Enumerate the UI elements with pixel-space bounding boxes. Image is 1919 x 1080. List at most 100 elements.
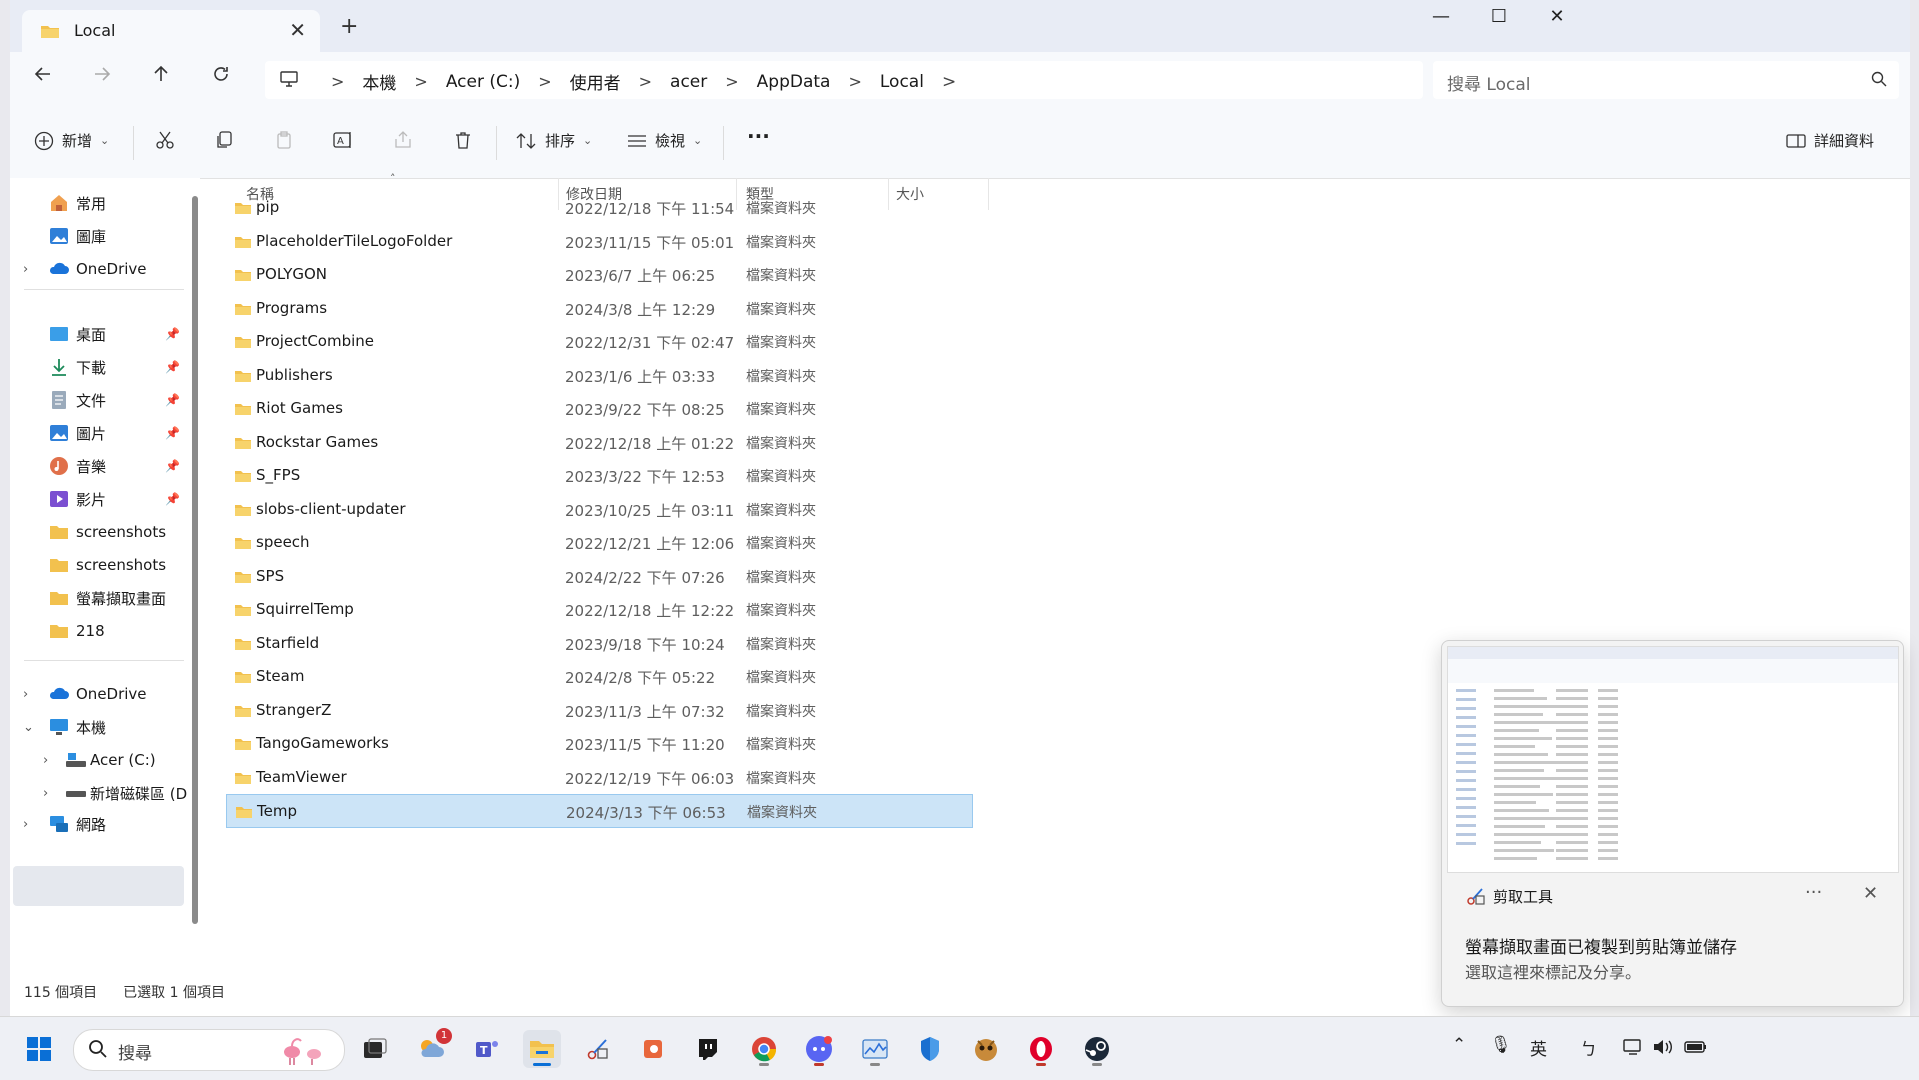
pin-icon[interactable]: 📌 <box>165 426 180 440</box>
resource-monitor-button[interactable] <box>856 1030 894 1068</box>
notification-more-button[interactable]: ··· <box>1805 882 1822 903</box>
thumbnail-line <box>1598 713 1618 716</box>
notification-close-button[interactable]: ✕ <box>1863 883 1878 904</box>
office-app-button[interactable] <box>634 1030 672 1068</box>
file-date: 2022/12/31 下午 02:47 <box>565 334 735 352</box>
input-language-indicator[interactable]: 英 <box>1530 1035 1547 1060</box>
refresh-button[interactable] <box>204 64 238 90</box>
security-button[interactable] <box>911 1030 949 1068</box>
tab-local[interactable]: Local ✕ <box>22 10 320 52</box>
search-icon <box>1871 71 1887 87</box>
file-row[interactable]: slobs-client-updater 2023/10/25 上午 03:11 檔… <box>226 493 973 527</box>
file-row[interactable]: Publishers 2023/1/6 上午 03:33 檔案資料夾 <box>226 359 973 393</box>
file-row[interactable]: TangoGameworks 2023/11/5 下午 11:20 檔案資料夾 <box>226 727 973 761</box>
file-row[interactable]: Starfield 2023/9/18 下午 10:24 檔案資料夾 <box>226 627 973 661</box>
file-row[interactable]: SPS 2024/2/22 下午 07:26 檔案資料夾 <box>226 560 973 594</box>
opera-button[interactable] <box>1022 1030 1060 1068</box>
file-row[interactable]: SquirrelTemp 2022/12/18 上午 12:22 檔案資料夾 <box>226 593 973 627</box>
column-divider[interactable] <box>988 178 989 210</box>
maximize-button[interactable]: ☐ <box>1479 6 1519 27</box>
network-icon[interactable] <box>1622 1037 1644 1057</box>
file-row[interactable]: Steam 2024/2/8 下午 05:22 檔案資料夾 <box>226 660 973 694</box>
forward-button[interactable] <box>85 64 119 90</box>
steam-button[interactable] <box>1078 1030 1116 1068</box>
discord-button[interactable] <box>800 1030 838 1068</box>
chevron-right-icon[interactable]: > <box>848 72 861 91</box>
copy-button[interactable] <box>214 130 234 150</box>
start-button[interactable] <box>20 1030 58 1068</box>
file-row[interactable]: Temp 2024/3/13 下午 06:53 檔案資料夾 <box>226 794 973 828</box>
pin-icon[interactable]: 📌 <box>165 360 180 374</box>
volume-icon[interactable] <box>1652 1037 1674 1057</box>
file-row[interactable]: Rockstar Games 2022/12/18 上午 01:22 檔案資料夾 <box>226 426 973 460</box>
pin-icon[interactable]: 📌 <box>165 459 180 473</box>
chevron-right-icon[interactable]: › <box>43 753 48 768</box>
crumb-acer-c[interactable]: Acer (C:) <box>446 72 520 92</box>
snipping-notification[interactable]: 剪取工具 ··· ✕ 螢幕擷取畫面已複製到剪貼簿並儲存 選取這裡來標記及分享。 <box>1441 640 1904 1007</box>
chevron-down-icon[interactable]: ⌄ <box>23 720 34 735</box>
file-explorer-taskbar-button[interactable] <box>523 1030 561 1068</box>
rename-button[interactable]: A <box>333 130 355 150</box>
chevron-right-icon[interactable]: › <box>23 687 28 702</box>
ime-mode-indicator[interactable]: ㄅ <box>1580 1035 1597 1060</box>
delete-button[interactable] <box>453 130 473 150</box>
nav-scrollbar[interactable] <box>192 196 198 924</box>
search-box[interactable]: 搜尋 Local <box>1433 61 1899 99</box>
cut-button[interactable] <box>155 130 175 150</box>
address-bar[interactable]: > 本機 > Acer (C:) > 使用者 > acer > AppData … <box>265 61 1423 99</box>
file-row[interactable]: StrangerZ 2023/11/3 上午 07:32 檔案資料夾 <box>226 694 973 728</box>
chevron-right-icon[interactable]: > <box>414 72 427 91</box>
crumb-acer[interactable]: acer <box>670 72 707 92</box>
back-button[interactable] <box>26 64 60 90</box>
file-row[interactable]: Programs 2024/3/8 上午 12:29 檔案資料夾 <box>226 292 973 326</box>
new-tab-button[interactable]: + <box>340 14 358 39</box>
file-row[interactable]: Riot Games 2023/9/22 下午 08:25 檔案資料夾 <box>226 392 973 426</box>
file-row[interactable]: speech 2022/12/21 上午 12:06 檔案資料夾 <box>226 526 973 560</box>
file-row[interactable]: PlaceholderTileLogoFolder 2023/11/15 下午 0… <box>226 225 973 259</box>
arrow-up-icon <box>154 65 168 81</box>
file-row[interactable]: POLYGON 2023/6/7 上午 06:25 檔案資料夾 <box>226 258 973 292</box>
chevron-right-icon[interactable]: › <box>23 262 28 277</box>
file-row[interactable]: TeamViewer 2022/12/19 下午 06:03 檔案資料夾 <box>226 761 973 795</box>
share-button[interactable] <box>393 130 413 150</box>
screenshot-thumbnail[interactable] <box>1447 646 1899 873</box>
close-tab-button[interactable]: ✕ <box>289 18 306 42</box>
snipping-tool-taskbar-button[interactable] <box>579 1030 617 1068</box>
sort-button[interactable]: 排序 ⌄ <box>515 130 592 151</box>
details-pane-button[interactable]: 詳細資料 <box>1786 130 1874 151</box>
close-window-button[interactable]: ✕ <box>1537 6 1577 27</box>
crumb-local[interactable]: Local <box>880 72 924 92</box>
pin-icon[interactable]: 📌 <box>165 327 180 341</box>
game-app-button[interactable] <box>967 1030 1005 1068</box>
more-options-button[interactable]: ··· <box>747 124 770 148</box>
pin-icon[interactable]: 📌 <box>165 492 180 506</box>
chevron-right-icon[interactable]: > <box>942 72 956 92</box>
paste-button[interactable] <box>274 130 294 150</box>
new-button[interactable]: 新增 ⌄ <box>34 130 109 151</box>
chevron-right-icon[interactable]: > <box>639 72 652 91</box>
teams-button[interactable]: T <box>468 1030 506 1068</box>
chevron-right-icon[interactable]: > <box>725 72 738 91</box>
task-view-button[interactable] <box>356 1030 394 1068</box>
file-row[interactable]: pip 2022/12/18 下午 11:54 檔案資料夾 <box>226 191 973 225</box>
show-hidden-icons-button[interactable]: ⌃ <box>1452 1035 1466 1055</box>
arrow-left-icon <box>34 67 50 81</box>
file-row[interactable]: S_FPS 2023/3/22 下午 12:53 檔案資料夾 <box>226 459 973 493</box>
weather-widget-button[interactable]: 1 <box>412 1028 452 1068</box>
up-button[interactable] <box>144 64 178 90</box>
view-button[interactable]: 檢視 ⌄ <box>627 130 702 151</box>
chevron-right-icon[interactable]: › <box>43 786 48 801</box>
battery-icon[interactable] <box>1684 1039 1708 1055</box>
crumb-users[interactable]: 使用者 <box>570 69 621 94</box>
chevron-right-icon[interactable]: › <box>23 817 28 832</box>
crumb-appdata[interactable]: AppData <box>757 72 831 92</box>
taskbar-search[interactable]: 搜尋 <box>73 1029 345 1071</box>
chrome-button[interactable] <box>745 1030 783 1068</box>
crumb-this-pc[interactable]: 本機 <box>362 69 396 94</box>
pin-icon[interactable]: 📌 <box>165 393 180 407</box>
chevron-right-icon[interactable]: > <box>538 72 551 91</box>
file-row[interactable]: ProjectCombine 2022/12/31 下午 02:47 檔案資料夾 <box>226 325 973 359</box>
microphone-icon[interactable]: 🎙 <box>1490 1035 1512 1055</box>
minimize-button[interactable]: — <box>1421 6 1461 27</box>
twitch-button[interactable] <box>689 1030 727 1068</box>
